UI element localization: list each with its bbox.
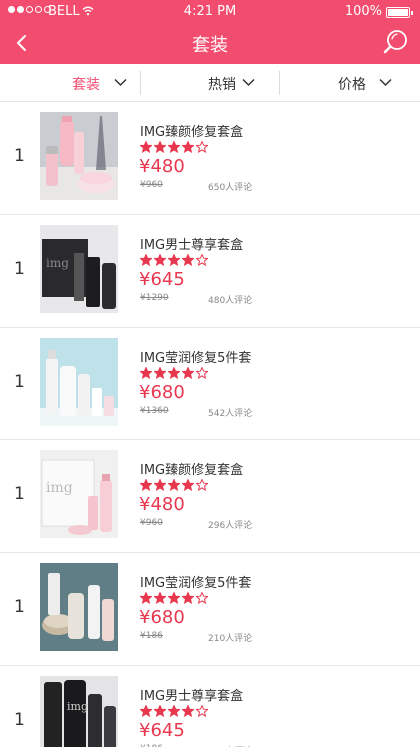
rating-stars	[140, 704, 208, 717]
product-item[interactable]: 1 img IMG男士尊享套盒 ¥645 ¥186 312人评论	[0, 666, 420, 747]
original-price: ¥960	[140, 180, 163, 190]
product-name[interactable]: IMG臻颜修复套盒	[140, 121, 243, 140]
star-filled-icon	[154, 366, 166, 379]
chevron-down-icon	[242, 78, 255, 87]
product-item[interactable]: 1 img IMG臻颜修复套盒 ¥480 ¥960 296人评论	[0, 440, 420, 554]
review-count: 210人评论	[208, 634, 253, 645]
original-price: ¥1290	[140, 292, 169, 303]
filter-category[interactable]: 套装	[0, 64, 140, 102]
chevron-down-icon	[379, 78, 392, 87]
star-filled-icon	[182, 253, 194, 266]
review-count: 480人评论	[208, 295, 253, 306]
star-filled-icon	[182, 479, 194, 492]
star-filled-icon	[140, 704, 152, 717]
product-price: ¥480	[139, 494, 185, 516]
star-filled-icon	[168, 366, 180, 379]
review-count: 542人评论	[208, 408, 253, 419]
review-count: 296人评论	[208, 521, 253, 532]
star-filled-icon	[168, 253, 180, 266]
star-filled-icon	[154, 592, 166, 605]
product-name[interactable]: IMG臻颜修复套盒	[140, 459, 243, 478]
status-bar: BELL 4:21 PM 100%	[0, 0, 420, 24]
rating-stars	[140, 141, 208, 153]
star-filled-icon	[140, 366, 152, 379]
product-item[interactable]: 1 img IMG男士尊享套盒 ¥645 ¥1290 480人评论	[0, 215, 420, 328]
product-rank: 1	[14, 484, 25, 505]
star-empty-icon	[196, 253, 208, 266]
filter-hot-sales[interactable]: 热销	[140, 64, 280, 102]
original-price: ¥186	[140, 631, 163, 642]
product-image[interactable]: img	[40, 224, 118, 313]
filter-bar: 套装 热销 价格	[0, 64, 420, 102]
star-filled-icon	[182, 704, 194, 717]
star-empty-icon	[196, 141, 208, 153]
product-name[interactable]: IMG莹润修复5件套	[140, 572, 251, 591]
star-filled-icon	[182, 366, 194, 379]
star-filled-icon	[168, 592, 180, 605]
star-filled-icon	[140, 592, 152, 605]
product-name[interactable]: IMG莹润修复5件套	[140, 347, 251, 366]
product-name[interactable]: IMG男士尊享套盒	[140, 234, 243, 253]
product-rank: 1	[14, 709, 25, 730]
filter-price-label: 价格	[338, 77, 366, 93]
rating-stars	[140, 479, 208, 492]
product-rank: 1	[14, 371, 25, 392]
star-filled-icon	[168, 479, 180, 492]
product-price: ¥680	[139, 607, 185, 629]
star-filled-icon	[154, 253, 166, 266]
star-empty-icon	[196, 704, 208, 717]
star-filled-icon	[140, 479, 152, 492]
chevron-down-icon	[114, 78, 127, 87]
star-filled-icon	[182, 592, 194, 605]
star-empty-icon	[196, 592, 208, 605]
filter-category-label: 套装	[72, 77, 100, 93]
product-image[interactable]	[40, 112, 118, 200]
review-count: 650人评论	[208, 183, 253, 193]
rating-stars	[140, 253, 208, 266]
product-price: ¥680	[139, 381, 185, 403]
product-list: 1 IMG臻颜修复套盒 ¥480 ¥960 650人评论 1 img IMG男士…	[0, 102, 420, 747]
product-rank: 1	[14, 146, 25, 166]
original-price: ¥1360	[140, 405, 169, 416]
product-item[interactable]: 1 IMG莹润修复5件套 ¥680 ¥186 210人评论	[0, 553, 420, 666]
product-price: ¥480	[139, 156, 185, 177]
product-price: ¥645	[139, 719, 185, 741]
rating-stars	[140, 592, 208, 605]
svg-text:img: img	[46, 480, 73, 496]
star-empty-icon	[196, 479, 208, 492]
app-header: BELL 4:21 PM 100% 套装	[0, 0, 420, 64]
svg-text:img: img	[46, 256, 69, 270]
filter-hot-sales-label: 热销	[208, 77, 236, 93]
product-name[interactable]: IMG男士尊享套盒	[140, 685, 243, 704]
svg-text:img: img	[67, 700, 88, 713]
product-image[interactable]: img	[40, 450, 118, 539]
star-filled-icon	[154, 479, 166, 492]
search-icon[interactable]	[382, 28, 410, 56]
filter-price[interactable]: 价格	[280, 64, 420, 102]
product-item[interactable]: 1 IMG臻颜修复套盒 ¥480 ¥960 650人评论	[0, 102, 420, 215]
star-empty-icon	[196, 366, 208, 379]
star-filled-icon	[140, 253, 152, 266]
star-filled-icon	[140, 141, 152, 153]
rating-stars	[140, 366, 208, 379]
product-item[interactable]: 1 IMG莹润修复5件套 ¥680 ¥1360 542人评论	[0, 328, 420, 441]
product-image[interactable]: img	[40, 675, 118, 747]
battery-percent: 100%	[344, 4, 382, 19]
product-image[interactable]	[40, 563, 118, 652]
product-rank: 1	[14, 597, 25, 618]
page-title: 套装	[192, 35, 228, 56]
product-price: ¥645	[139, 268, 185, 290]
star-filled-icon	[182, 141, 194, 153]
original-price: ¥960	[140, 518, 163, 529]
battery-icon	[386, 7, 413, 18]
product-rank: 1	[14, 258, 25, 279]
star-filled-icon	[168, 141, 180, 153]
star-filled-icon	[154, 704, 166, 717]
star-filled-icon	[168, 704, 180, 717]
star-filled-icon	[154, 141, 166, 153]
product-image[interactable]	[40, 337, 118, 426]
